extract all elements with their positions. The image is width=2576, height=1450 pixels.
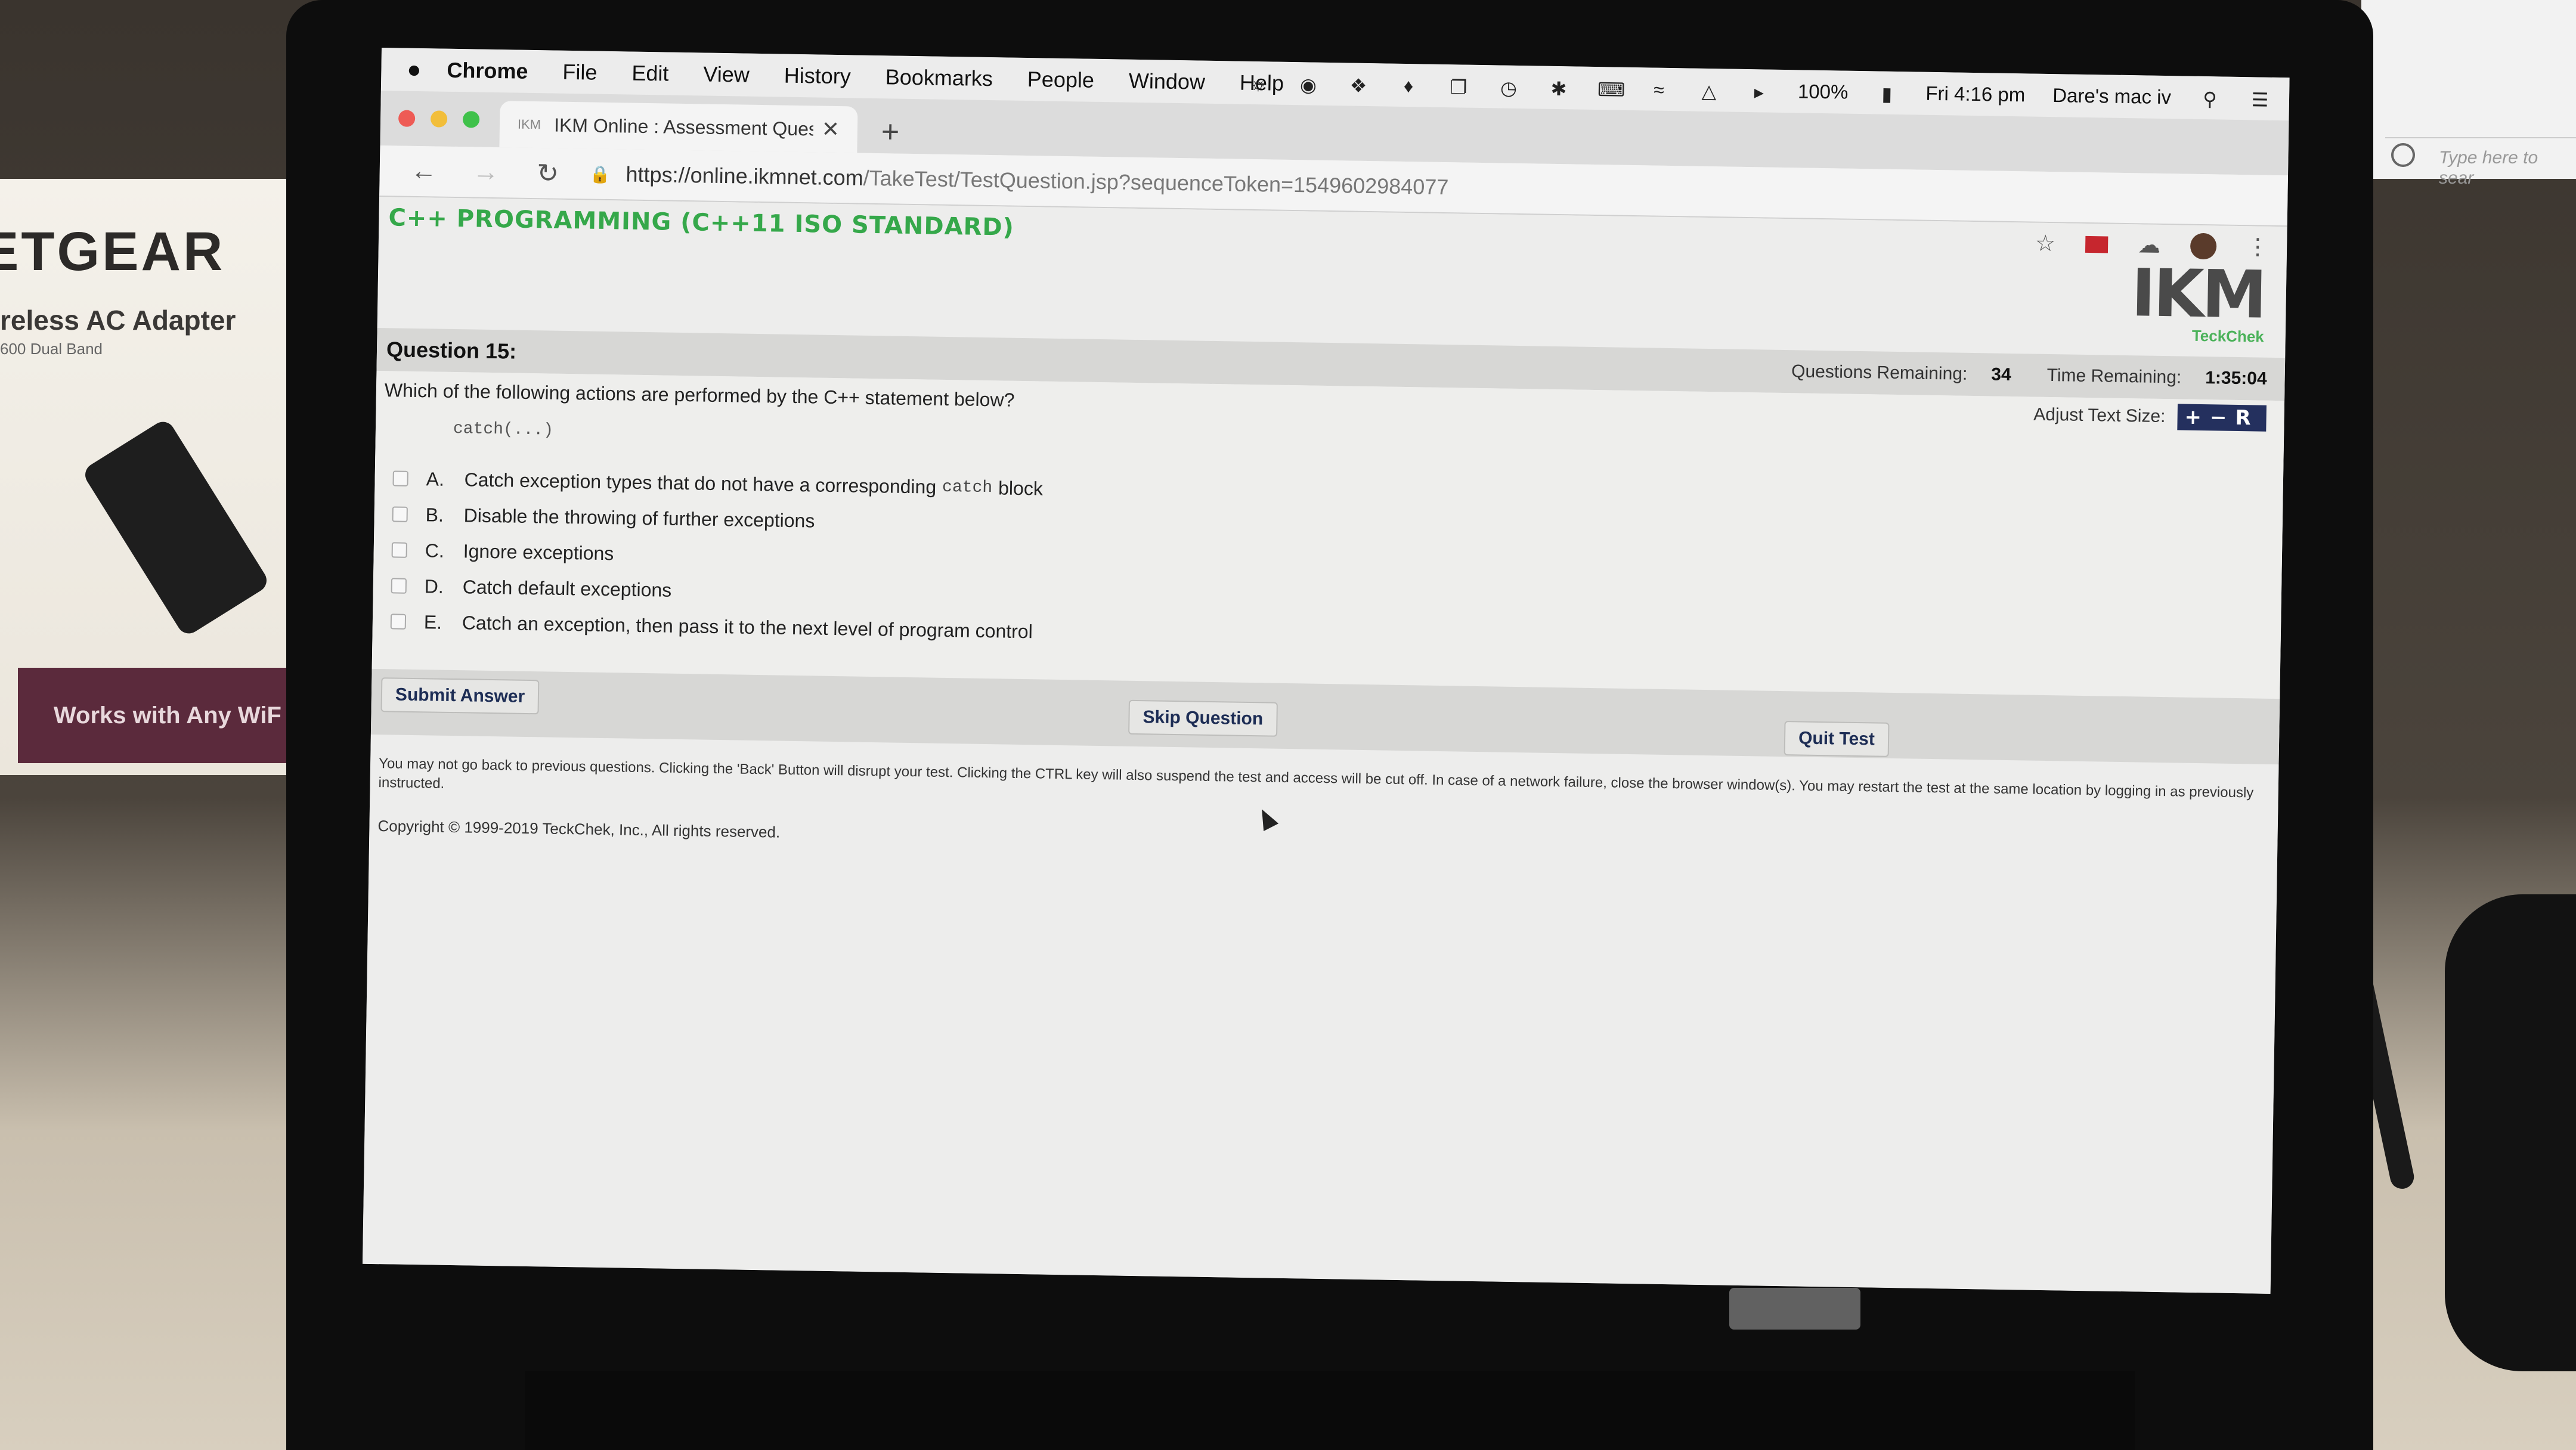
url-path: /TakeTest/TestQuestion.jsp?sequenceToken… xyxy=(863,165,1449,200)
lock-icon: 🔒 xyxy=(589,165,611,184)
box-band: Works with Any WiF xyxy=(18,668,292,763)
usb-adapter-image xyxy=(80,417,271,638)
test-status: Questions Remaining: 34 Time Remaining: … xyxy=(1791,350,2268,401)
bookmark-star-icon[interactable]: ☆ xyxy=(2035,230,2056,258)
course-title: C++ PROGRAMMING (C++11 ISO STANDARD) xyxy=(388,204,1015,241)
screen: ● Chrome File Edit View History Bookmark… xyxy=(362,48,2290,1294)
laptop-base xyxy=(525,1371,2135,1450)
option-d-checkbox[interactable] xyxy=(391,578,407,594)
tab-close-icon[interactable]: ✕ xyxy=(821,117,840,142)
option-letter: B. xyxy=(425,503,444,526)
option-c-checkbox[interactable] xyxy=(391,542,407,558)
user-name[interactable]: Dare's mac iv xyxy=(2052,84,2171,109)
option-text: Catch exception types that do not have a… xyxy=(464,468,937,498)
option-text: Catch default exceptions xyxy=(462,575,672,601)
questions-remaining-value: 34 xyxy=(1991,364,2011,385)
adjust-text-size: Adjust Text Size: +−R xyxy=(2033,402,2267,432)
adjust-text-size-label: Adjust Text Size: xyxy=(2033,404,2166,427)
option-b-checkbox[interactable] xyxy=(392,506,408,522)
option-text-end: block xyxy=(998,476,1044,500)
clock[interactable]: Fri 4:16 pm xyxy=(1925,82,2025,107)
keyboard-icon[interactable]: ⌨ xyxy=(1597,78,1626,101)
antivirus-icon[interactable]: ❖ xyxy=(1347,74,1370,97)
spotlight-search-icon[interactable]: ⚲ xyxy=(2199,88,2222,110)
back-arrow-icon[interactable]: ← xyxy=(405,156,442,187)
forward-arrow-icon[interactable]: → xyxy=(467,157,504,187)
code-snippet: catch(...) xyxy=(453,419,554,440)
menu-history[interactable]: History xyxy=(784,63,852,89)
ikm-logo: IKM TeckChek xyxy=(2131,255,2265,346)
new-tab-button[interactable]: + xyxy=(881,114,899,150)
question-text: Which of the following actions are perfo… xyxy=(384,379,1015,411)
wifi-icon[interactable]: ≈ xyxy=(1648,79,1671,101)
option-text: Disable the throwing of further exceptio… xyxy=(463,504,815,532)
time-remaining-value: 1:35:04 xyxy=(2205,368,2267,389)
option-text: Ignore exceptions xyxy=(463,540,614,564)
test-page: C++ PROGRAMMING (C++11 ISO STANDARD) ☆ ☁… xyxy=(362,196,2287,1294)
option-a-checkbox[interactable] xyxy=(392,470,408,487)
menu-file[interactable]: File xyxy=(562,60,597,85)
answer-options: A. Catch exception types that do not hav… xyxy=(390,460,1043,649)
mouse-cursor-icon xyxy=(1254,805,1279,831)
battery-percent[interactable]: 100% xyxy=(1798,80,1849,103)
copyright: Copyright © 1999-2019 TeckChek, Inc., Al… xyxy=(377,817,781,841)
test-notice: You may not go back to previous question… xyxy=(378,755,2254,801)
text-size-controls[interactable]: +−R xyxy=(2177,404,2267,432)
minimize-window-button[interactable] xyxy=(430,110,448,128)
close-window-button[interactable] xyxy=(398,110,416,127)
macbook-label xyxy=(1729,1288,1860,1330)
option-letter: A. xyxy=(426,467,445,490)
option-letter: D. xyxy=(424,575,444,597)
tab-ikm-online[interactable]: IKM IKM Online : Assessment Ques ✕ xyxy=(499,101,858,153)
box-band-text: Works with Any WiF xyxy=(54,702,281,729)
ikm-logo-text: IKM xyxy=(2131,255,2265,333)
quit-test-button[interactable]: Quit Test xyxy=(1784,721,1890,757)
question-number: Question 15: xyxy=(386,337,517,364)
option-letter: C. xyxy=(425,539,445,562)
skip-question-button[interactable]: Skip Question xyxy=(1128,699,1278,737)
option-e-checkbox[interactable] xyxy=(390,614,407,630)
camera-icon[interactable]: ◉ xyxy=(1297,73,1320,95)
maximize-window-button[interactable] xyxy=(462,111,480,128)
window-controls xyxy=(398,110,480,128)
time-remaining-label: Time Remaining: xyxy=(2046,365,2182,388)
question-body: Which of the following actions are perfo… xyxy=(371,370,2285,831)
airplay-icon[interactable]: △ xyxy=(1698,80,1721,102)
url-host: https://online.ikmnet.com xyxy=(626,162,864,190)
tab-favicon: IKM xyxy=(517,116,541,132)
screen-share-icon[interactable]: ❐ xyxy=(1447,76,1470,98)
menu-bookmarks[interactable]: Bookmarks xyxy=(886,64,993,91)
reload-icon[interactable]: ↻ xyxy=(530,157,566,188)
bluetooth-icon[interactable]: ✱ xyxy=(1547,78,1571,100)
evernote-icon[interactable]: ♦ xyxy=(1397,75,1420,97)
option-text: Catch an exception, then pass it to the … xyxy=(462,611,1033,642)
volume-icon[interactable]: ▸ xyxy=(1748,80,1771,103)
creative-cloud-icon[interactable]: ☼ xyxy=(1247,73,1270,94)
time-machine-icon[interactable]: ◷ xyxy=(1497,76,1521,98)
battery-icon[interactable]: ▮ xyxy=(1875,82,1899,105)
speaker xyxy=(2445,894,2576,1371)
menu-window[interactable]: Window xyxy=(1129,69,1206,95)
box-brand: ETGEAR xyxy=(0,221,225,282)
option-code: catch xyxy=(942,478,993,497)
taskbar-search: Type here to sear xyxy=(2385,137,2576,188)
apple-icon[interactable]: ● xyxy=(381,55,447,83)
pdf-extension-icon[interactable] xyxy=(2085,236,2109,253)
option-letter: E. xyxy=(423,611,442,633)
menu-edit[interactable]: Edit xyxy=(631,61,669,86)
menu-view[interactable]: View xyxy=(703,61,750,87)
box-subtitle-2: 600 Dual Band xyxy=(0,340,103,358)
tab-title: IKM Online : Assessment Ques xyxy=(553,114,814,140)
second-monitor: Type here to sear xyxy=(2361,0,2576,188)
netgear-box: ETGEAR reless AC Adapter 600 Dual Band W… xyxy=(0,179,298,775)
box-subtitle: reless AC Adapter xyxy=(0,305,236,336)
menu-people[interactable]: People xyxy=(1027,67,1095,93)
submit-answer-button[interactable]: Submit Answer xyxy=(380,677,540,715)
menu-chrome[interactable]: Chrome xyxy=(447,58,528,84)
questions-remaining-label: Questions Remaining: xyxy=(1791,361,1968,384)
address-bar[interactable]: 🔒 https://online.ikmnet.com/TakeTest/Tes… xyxy=(589,162,1448,200)
notification-center-icon[interactable]: ☰ xyxy=(2249,88,2272,110)
